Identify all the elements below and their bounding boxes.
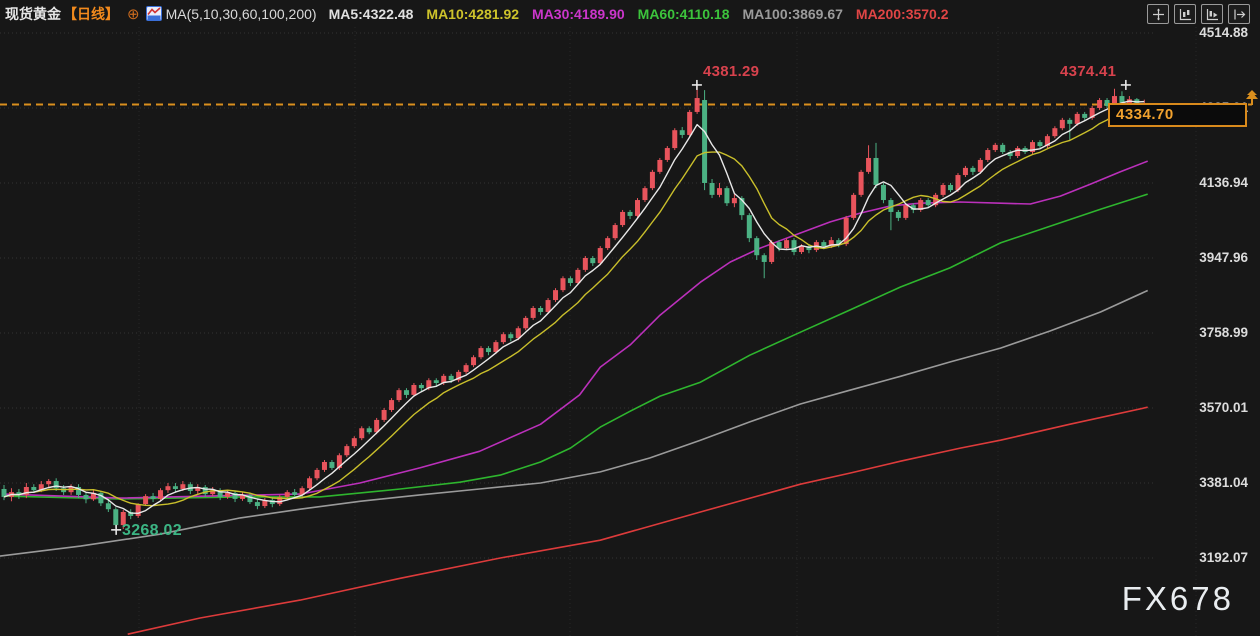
symbol-name: 现货黄金: [5, 4, 61, 24]
chart-header: 现货黄金 【日线】 ⊕ MA(5,10,30,60,100,200) MA5:4…: [0, 0, 1260, 27]
ma-settings-label[interactable]: MA(5,10,30,60,100,200): [166, 6, 317, 22]
ma30-value: MA30:4189.90: [532, 6, 625, 22]
ma60-value: MA60:4110.18: [638, 6, 730, 22]
axis-price-label: 3947.96: [1199, 250, 1248, 265]
scale-chart-button[interactable]: [1174, 4, 1196, 24]
axis-price-label: 3570.01: [1199, 400, 1248, 415]
timeframe-label[interactable]: 【日线】: [63, 4, 119, 24]
move-tool-button[interactable]: [1147, 4, 1169, 24]
play-chart-button[interactable]: [1201, 4, 1223, 24]
globe-plus-icon[interactable]: ⊕: [127, 5, 140, 23]
price-up-arrow-icon: [1245, 90, 1259, 110]
low-price-annotation: 3268.02: [122, 522, 182, 540]
ma5-value: MA5:4322.48: [329, 6, 414, 22]
axis-price-label: 3758.99: [1199, 325, 1248, 340]
ma10-value: MA10:4281.92: [426, 6, 519, 22]
axis-price-label: 4136.94: [1199, 175, 1248, 190]
axis-price-label: 4514.88: [1199, 25, 1248, 40]
watermark: FX678: [1122, 580, 1234, 618]
chart-window: 现货黄金 【日线】 ⊕ MA(5,10,30,60,100,200) MA5:4…: [0, 0, 1260, 636]
ma200-value: MA200:3570.2: [856, 6, 949, 22]
current-price-label: 4334.70: [1108, 103, 1247, 127]
candlestick-chart[interactable]: [0, 0, 1260, 636]
recent-high-annotation: 4374.41: [1060, 63, 1116, 80]
peak-price-annotation: 4381.29: [703, 63, 759, 80]
chart-toolbar: [1147, 4, 1250, 24]
axis-price-label: 3192.07: [1199, 550, 1248, 565]
ma100-value: MA100:3869.67: [743, 6, 843, 22]
export-chart-button[interactable]: [1228, 4, 1250, 24]
mini-chart-icon[interactable]: [146, 6, 162, 21]
axis-price-label: 3381.04: [1199, 475, 1248, 490]
